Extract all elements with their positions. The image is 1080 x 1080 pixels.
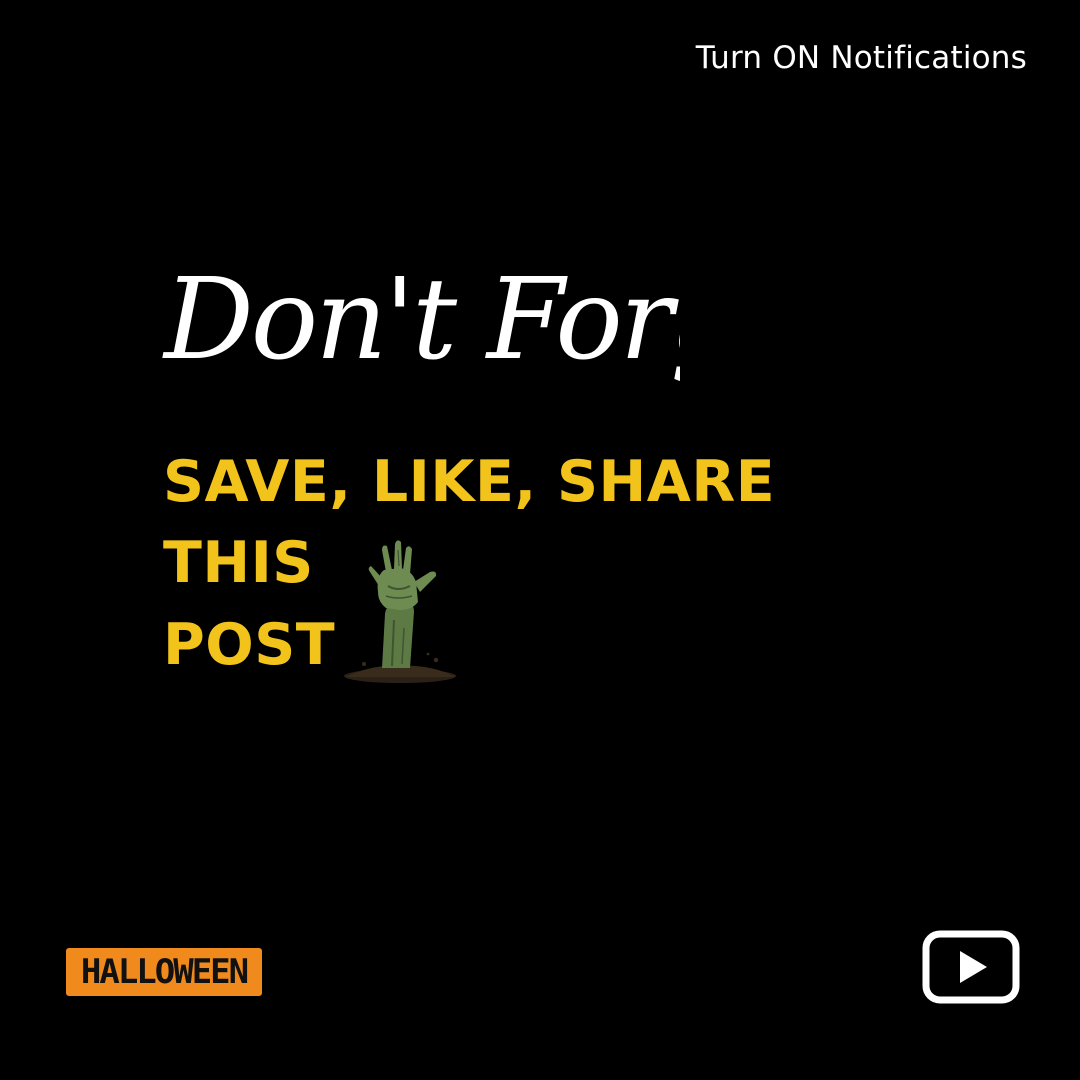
notification-text: Turn ON Notifications (695, 40, 1027, 76)
zombie-hand-icon (344, 540, 456, 683)
cta-line-2: THIS (163, 530, 314, 596)
post-canvas: Turn ON Notifications Don't Forget to SA… (0, 0, 1080, 1080)
halloween-badge: HALLOWEEN (66, 948, 262, 996)
play-button-icon[interactable] (921, 929, 1021, 1005)
cta-line-3: POST (163, 612, 336, 678)
halloween-badge-text: HALLOWEEN (80, 952, 249, 992)
script-heading-text: Don't Forget to (162, 255, 680, 385)
cta-line-1: SAVE, LIKE, SHARE (163, 449, 776, 515)
script-heading: Don't Forget to (162, 255, 680, 385)
